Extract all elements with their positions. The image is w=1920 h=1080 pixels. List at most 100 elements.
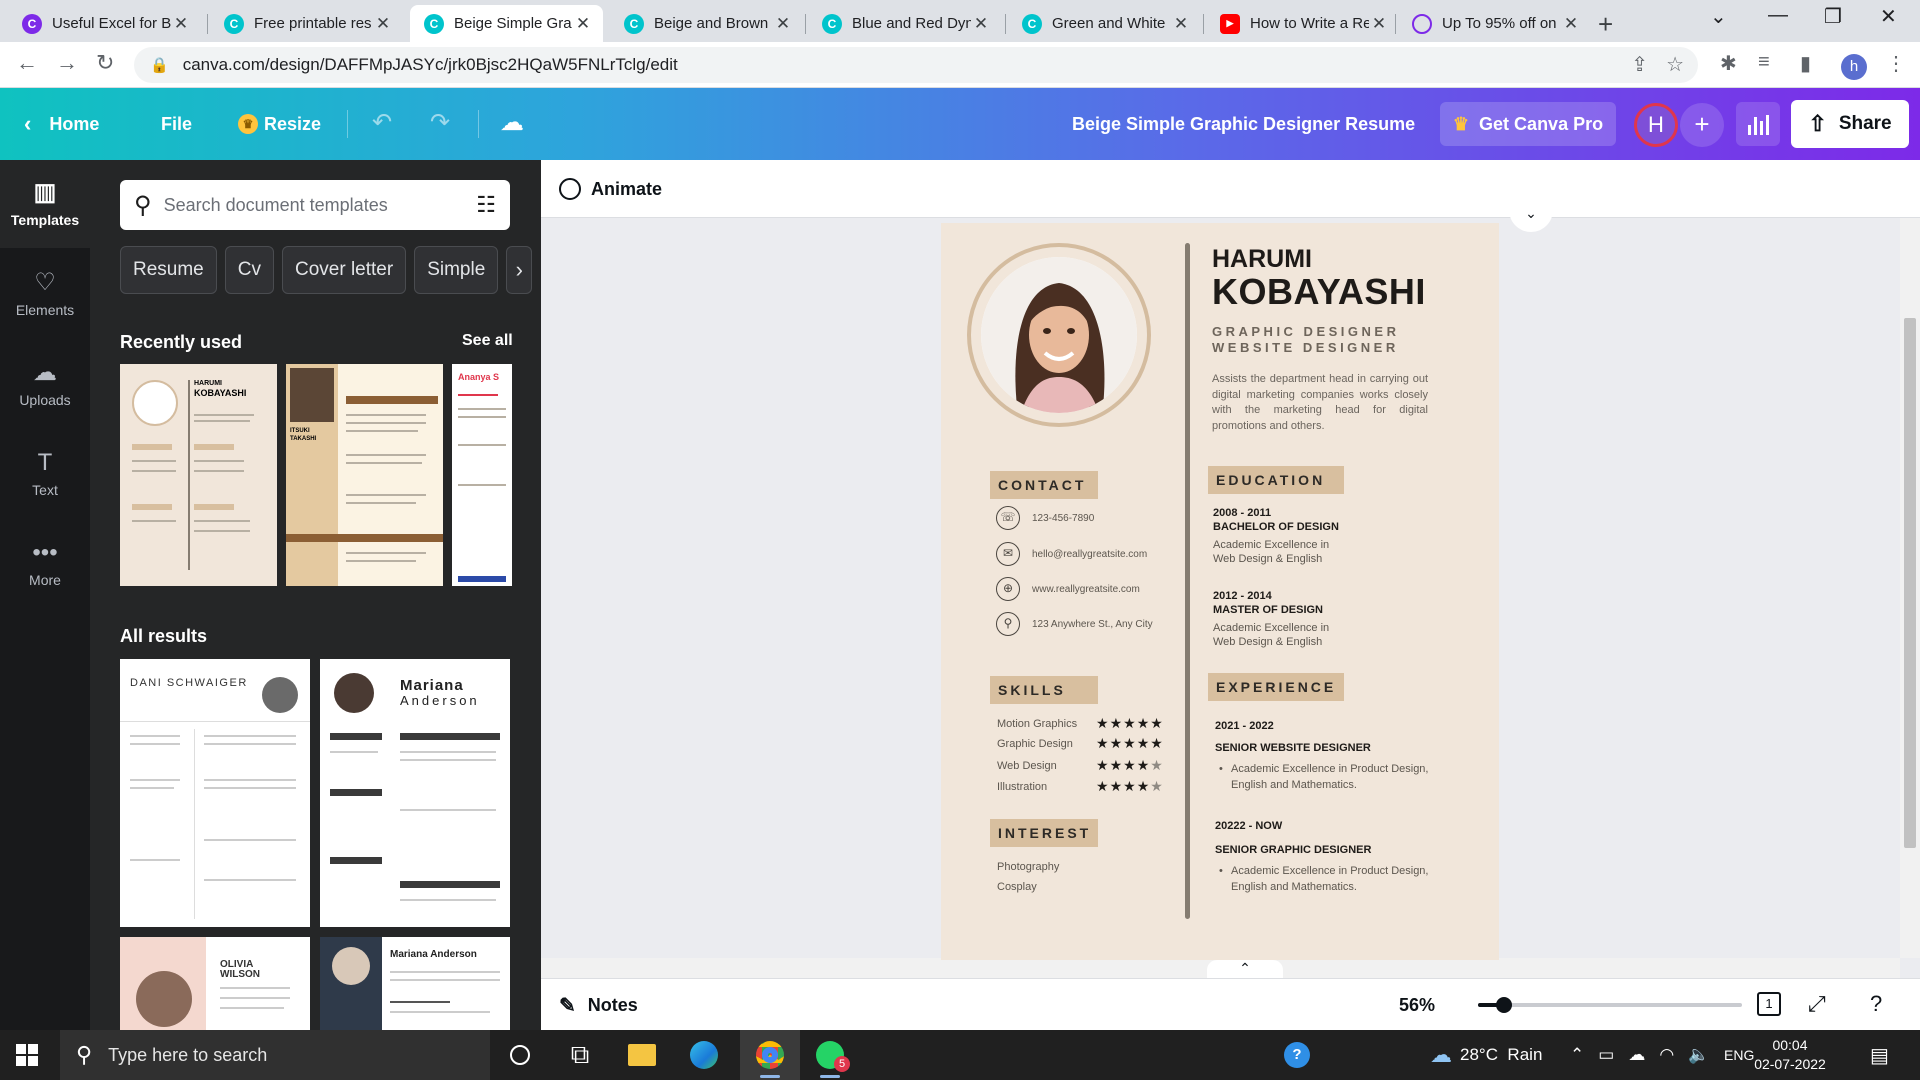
experience-title[interactable]: SENIOR WEBSITE DESIGNER — [1215, 742, 1371, 754]
education-degree[interactable]: BACHELOR OF DESIGN — [1213, 521, 1339, 533]
contact-row[interactable]: ⊕ www.reallygreatsite.com — [996, 577, 1140, 601]
onedrive-icon[interactable]: ☁ — [1628, 1045, 1645, 1065]
close-icon[interactable]: ✕ — [1369, 14, 1389, 34]
skill-name[interactable]: Graphic Design — [997, 738, 1073, 750]
help-tray-icon[interactable]: ? — [1284, 1030, 1310, 1080]
close-icon[interactable]: ✕ — [971, 14, 991, 34]
animate-button[interactable]: Animate — [559, 160, 662, 218]
notifications-icon[interactable]: ▤ — [1870, 1030, 1889, 1080]
resume-summary[interactable]: Assists the department head in carrying … — [1212, 372, 1428, 434]
reload-icon[interactable]: ↻ — [96, 50, 114, 76]
interest-section-title[interactable]: INTEREST — [990, 819, 1098, 847]
cortana-icon[interactable] — [490, 1030, 550, 1080]
home-button[interactable]: ‹ Home — [24, 88, 99, 160]
system-tray[interactable]: ⌃ ▭ ☁ ◠ 🔈 — [1570, 1030, 1709, 1080]
browser-tab[interactable]: C Useful Excel for Be ✕ — [8, 5, 201, 42]
meet-now-icon[interactable]: ▭ — [1598, 1045, 1614, 1065]
url-text[interactable]: canva.com/design/DAFFMpJASYc/jrk0Bjsc2HQ… — [183, 55, 678, 75]
chevron-right-icon[interactable]: › — [494, 455, 505, 494]
bookmark-star-icon[interactable]: ☆ — [1666, 52, 1684, 77]
edge-icon[interactable] — [674, 1030, 734, 1080]
see-all-link[interactable]: See all — [462, 332, 513, 350]
rail-item-more[interactable]: ••• More — [0, 520, 90, 608]
rail-item-elements[interactable]: ♡ Elements — [0, 250, 90, 338]
share-page-icon[interactable]: ⇪ — [1631, 52, 1648, 77]
minimize-button[interactable]: — — [1768, 4, 1788, 27]
resume-page[interactable]: HARUMI KOBAYASHI GRAPHIC DESIGNER WEBSIT… — [941, 223, 1499, 960]
chrome-icon[interactable] — [740, 1030, 800, 1080]
design-title[interactable]: Beige Simple Graphic Designer Resume — [1072, 88, 1415, 160]
skill-rating[interactable]: ★★★★★ — [1096, 735, 1164, 752]
contact-row[interactable]: ☏ 123-456-7890 — [996, 506, 1094, 530]
contact-row[interactable]: ✉ hello@reallygreatsite.com — [996, 542, 1147, 566]
template-search-input[interactable] — [163, 194, 477, 216]
cloud-saved-icon[interactable]: ☁ — [500, 108, 524, 137]
wifi-icon[interactable]: ◠ — [1659, 1045, 1674, 1065]
scrollbar-thumb[interactable] — [1904, 318, 1916, 848]
result-template-1[interactable]: DANI SCHWAIGER — [120, 659, 310, 927]
back-icon[interactable]: ← — [16, 50, 38, 76]
close-window-button[interactable]: ✕ — [1880, 4, 1897, 29]
skill-rating[interactable]: ★★★★★ — [1096, 778, 1164, 795]
profile-photo[interactable] — [981, 257, 1137, 413]
zoom-slider-knob[interactable] — [1496, 997, 1513, 1013]
resume-first-name[interactable]: HARUMI — [1212, 245, 1312, 274]
resume-role-1[interactable]: GRAPHIC DESIGNER — [1212, 324, 1399, 339]
close-icon[interactable]: ✕ — [1171, 14, 1191, 34]
experience-title[interactable]: SENIOR GRAPHIC DESIGNER — [1215, 844, 1371, 856]
file-menu-button[interactable]: File — [161, 88, 192, 160]
share-button[interactable]: ⇧ Share — [1791, 100, 1909, 148]
experience-detail[interactable]: Academic Excellence in Product Design, E… — [1217, 863, 1457, 895]
get-canva-pro-button[interactable]: ♛ Get Canva Pro — [1440, 102, 1616, 146]
show-pages-toggle[interactable]: ⌃ — [1207, 960, 1283, 978]
template-search[interactable]: ⚲ ☷ — [120, 180, 510, 230]
browser-tab[interactable]: Up To 95% off on ✕ — [1398, 5, 1591, 42]
experience-years[interactable]: 20222 - NOW — [1215, 820, 1282, 832]
rail-item-text[interactable]: T Text — [0, 430, 90, 518]
education-years[interactable]: 2008 - 2011 — [1213, 507, 1271, 519]
filter-icon[interactable]: ☷ — [476, 192, 496, 218]
interest-item[interactable]: Photography — [997, 861, 1059, 873]
undo-icon[interactable]: ↶ — [372, 108, 392, 137]
browser-tab[interactable]: C Blue and Red Dyn ✕ — [808, 5, 1001, 42]
result-template-4[interactable]: Mariana Anderson — [320, 937, 510, 1030]
profile-avatar[interactable]: h — [1841, 54, 1867, 80]
new-tab-button[interactable]: + — [1598, 9, 1613, 40]
address-bar[interactable]: 🔒 canva.com/design/DAFFMpJASYc/jrk0Bjsc2… — [134, 47, 1698, 83]
result-template-3[interactable]: OLIVIA WILSON — [120, 937, 310, 1030]
result-template-2[interactable]: Mariana Anderson — [320, 659, 510, 927]
chevron-up-icon[interactable]: ⌃ — [1570, 1045, 1584, 1065]
filter-chip[interactable]: Cover letter — [281, 246, 407, 294]
zoom-level[interactable]: 56% — [1399, 979, 1435, 1031]
experience-section-title[interactable]: EXPERIENCE — [1208, 673, 1344, 701]
filter-chip[interactable]: Cv — [224, 246, 274, 294]
close-icon[interactable]: ✕ — [773, 14, 793, 34]
side-panel-icon[interactable]: ▮ — [1800, 51, 1811, 76]
skill-name[interactable]: Web Design — [997, 760, 1057, 772]
close-icon[interactable]: ✕ — [171, 14, 191, 34]
tab-search-icon[interactable]: ⌄ — [1710, 4, 1727, 29]
media-control-icon[interactable]: ≡ — [1758, 51, 1770, 74]
chevron-right-icon[interactable]: › — [506, 246, 533, 294]
skill-rating[interactable]: ★★★★★ — [1096, 757, 1164, 774]
browser-tab[interactable]: C Beige and Brown ✕ — [610, 5, 803, 42]
contact-row[interactable]: ⚲ 123 Anywhere St., Any City — [996, 612, 1153, 636]
close-icon[interactable]: ✕ — [573, 14, 593, 34]
vertical-scrollbar[interactable] — [1900, 218, 1920, 958]
experience-years[interactable]: 2021 - 2022 — [1215, 720, 1274, 732]
browser-tab[interactable]: ▶ How to Write a Re ✕ — [1206, 5, 1399, 42]
close-icon[interactable]: ✕ — [373, 14, 393, 34]
rail-item-templates[interactable]: ▥ Templates — [0, 160, 90, 248]
notes-button[interactable]: ✎ Notes — [559, 979, 638, 1031]
rail-item-uploads[interactable]: ☁ Uploads — [0, 340, 90, 428]
education-section-title[interactable]: EDUCATION — [1208, 466, 1344, 494]
file-explorer-icon[interactable] — [612, 1030, 672, 1080]
education-detail[interactable]: Academic Excellence in Web Design & Engl… — [1213, 621, 1343, 649]
whatsapp-icon[interactable]: 5 — [800, 1030, 860, 1080]
extensions-icon[interactable]: ✱ — [1720, 51, 1737, 76]
close-icon[interactable]: ✕ — [1561, 14, 1581, 34]
clock[interactable]: 00:04 02-07-2022 — [1735, 1036, 1845, 1074]
contact-section-title[interactable]: CONTACT — [990, 471, 1098, 499]
task-view-icon[interactable]: ⧉ — [550, 1030, 610, 1080]
browser-tab[interactable]: C Free printable res ✕ — [210, 5, 403, 42]
